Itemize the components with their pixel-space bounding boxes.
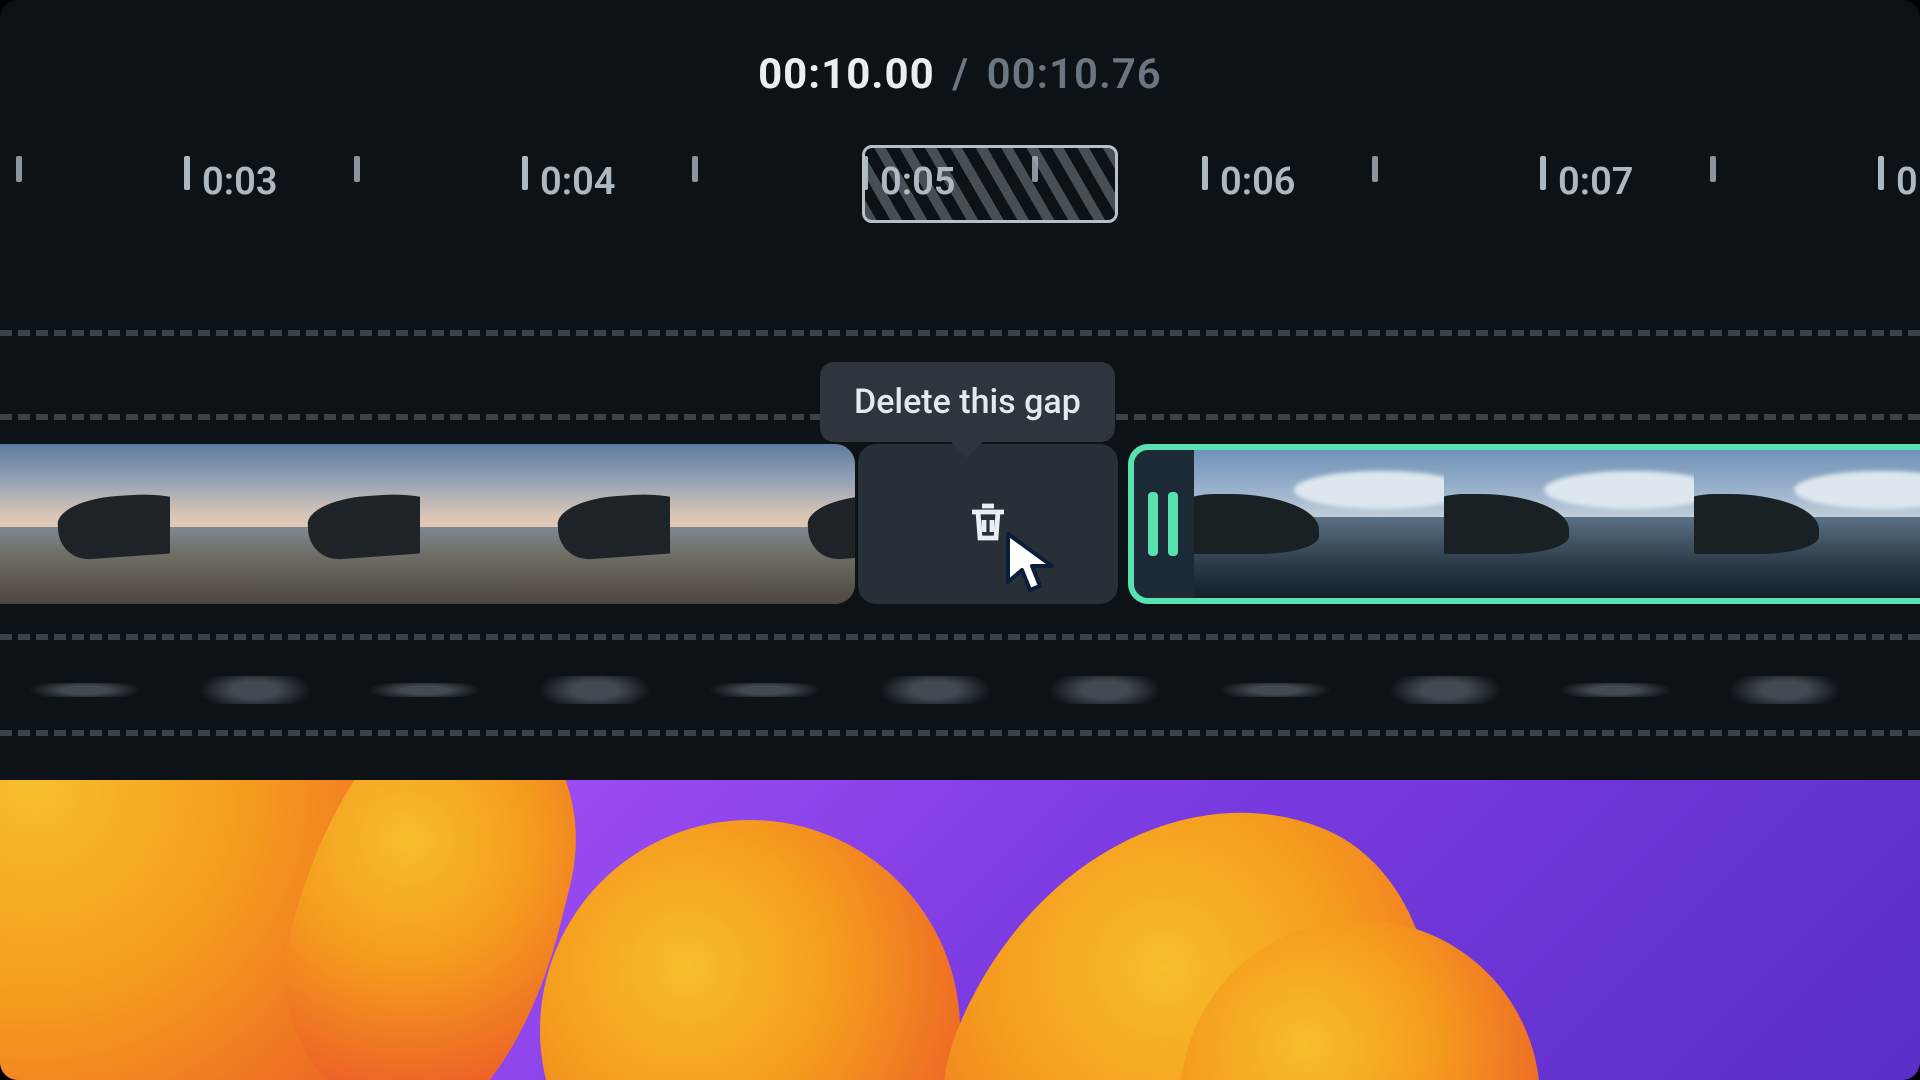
track-divider: [0, 634, 1920, 640]
timeline-gap[interactable]: [858, 444, 1118, 604]
time-current: 00:10.00: [758, 50, 935, 99]
ruler-tick-label: 0:08: [1896, 160, 1920, 204]
ruler-selection-range[interactable]: [862, 145, 1118, 223]
video-editor-timeline: 00:10.00 / 00:10.76 0:030:040:050:060:07…: [0, 0, 1920, 1080]
clip-thumbnail: [420, 444, 670, 604]
clip-thumbnail: [670, 444, 855, 604]
clip-thumbnail: [1194, 450, 1444, 598]
clip-thumbnail: [0, 444, 170, 604]
playhead-time-readout: 00:10.00 / 00:10.76: [0, 50, 1920, 99]
time-separator: /: [952, 50, 969, 99]
clip-thumbnail: [1444, 450, 1694, 598]
clip-trim-handle-left[interactable]: [1144, 488, 1182, 560]
video-track: [0, 444, 1920, 604]
trash-icon: [964, 498, 1012, 550]
tooltip-text: Delete this gap: [854, 382, 1081, 422]
video-clip-2-selected[interactable]: [1128, 444, 1920, 604]
ruler-tick-label: 0:06: [1220, 160, 1295, 204]
delete-gap-tooltip: Delete this gap: [820, 362, 1115, 442]
clip-thumbnail: [170, 444, 420, 604]
ruler-tick-label: 0:03: [202, 160, 277, 204]
delete-gap-button[interactable]: [960, 496, 1016, 552]
time-total: 00:10.76: [987, 50, 1162, 99]
video-clip-1[interactable]: [0, 444, 855, 604]
audio-track[interactable]: [0, 660, 1920, 720]
ruler-tick-label: 0:04: [540, 160, 615, 204]
decorative-footer-graphic: [0, 780, 1920, 1080]
track-divider: [0, 730, 1920, 736]
clip-thumbnail: [1694, 450, 1920, 598]
track-divider: [0, 330, 1920, 336]
ruler-tick-label: 0:07: [1558, 160, 1633, 204]
